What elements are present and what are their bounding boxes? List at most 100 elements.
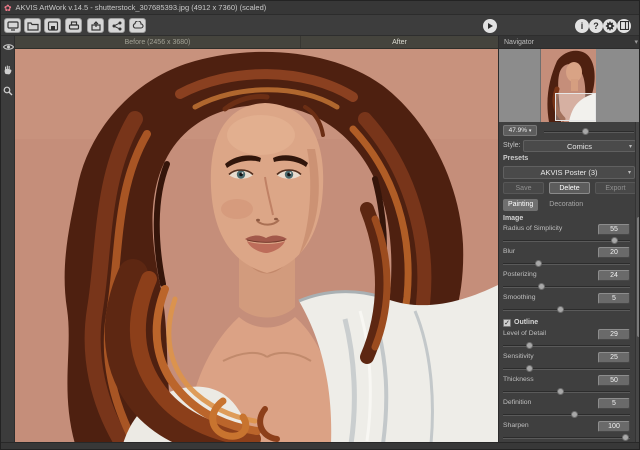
tab-painting[interactable]: Painting xyxy=(503,199,538,211)
slider-label-blur: Blur xyxy=(503,248,515,255)
slider-row-sensitivity: Sensitivity 25 xyxy=(499,352,636,375)
slider-handle-blur[interactable] xyxy=(535,260,542,267)
print-icon[interactable] xyxy=(65,18,82,33)
portrait-illustration xyxy=(15,49,498,444)
image-sliders: Radius of Simplicity 55 Blur 20 Posterizing 2… xyxy=(499,224,636,316)
publish-icon[interactable] xyxy=(108,18,125,33)
style-row: Style: Comics▾ xyxy=(499,139,640,154)
slider-handle-thickness[interactable] xyxy=(557,388,564,395)
slider-track-level-of-detail[interactable] xyxy=(503,345,630,347)
slider-value-posterizing[interactable]: 24 xyxy=(598,270,630,281)
slider-row-radius-of-simplicity: Radius of Simplicity 55 xyxy=(499,224,636,247)
slider-handle-sharpen[interactable] xyxy=(622,434,629,441)
slider-value-radius-of-simplicity[interactable]: 55 xyxy=(598,224,630,235)
slider-value-sensitivity[interactable]: 25 xyxy=(598,352,630,363)
export-icon[interactable] xyxy=(129,18,146,33)
slider-track-blur[interactable] xyxy=(503,263,630,265)
slider-row-blur: Blur 20 xyxy=(499,247,636,270)
slider-row-posterizing: Posterizing 24 xyxy=(499,270,636,293)
title-bar: ✿ AKVIS ArtWork v.14.5 - shutterstock_30… xyxy=(1,1,640,15)
slider-row-thickness: Thickness 50 xyxy=(499,375,636,398)
share-icon[interactable] xyxy=(87,18,104,33)
window-title: AKVIS ArtWork v.14.5 - shutterstock_3076… xyxy=(16,3,267,12)
info-icon[interactable]: i xyxy=(575,19,589,33)
slider-track-posterizing[interactable] xyxy=(503,286,630,288)
chevron-down-icon: ▾ xyxy=(629,141,632,153)
slider-handle-posterizing[interactable] xyxy=(538,283,545,290)
hand-tool[interactable] xyxy=(2,62,14,76)
slider-row-smoothing: Smoothing 5 xyxy=(499,293,636,316)
app-window: ✿ AKVIS ArtWork v.14.5 - shutterstock_30… xyxy=(0,0,640,450)
navigator-preview[interactable] xyxy=(499,49,640,122)
slider-value-thickness[interactable]: 50 xyxy=(598,375,630,386)
slider-value-blur[interactable]: 20 xyxy=(598,247,630,258)
slider-handle-sensitivity[interactable] xyxy=(526,365,533,372)
slider-value-smoothing[interactable]: 5 xyxy=(598,293,630,304)
panels-icon[interactable] xyxy=(617,19,631,33)
save-image-icon[interactable] xyxy=(44,18,61,33)
slider-label-radius-of-simplicity: Radius of Simplicity xyxy=(503,225,562,232)
slider-row-definition: Definition 5 xyxy=(499,398,636,421)
slider-track-sensitivity[interactable] xyxy=(503,368,630,370)
chevron-down-icon: ▾ xyxy=(628,167,631,179)
slider-handle-smoothing[interactable] xyxy=(557,306,564,313)
play-icon[interactable] xyxy=(483,19,497,33)
preset-dropdown[interactable]: AKVIS Poster (3)▾ xyxy=(503,166,635,179)
nav-menu-icon[interactable]: ▾ xyxy=(634,36,638,49)
preview-eye-tool[interactable] xyxy=(2,40,14,54)
panel-scrollbar[interactable] xyxy=(635,122,640,444)
slider-value-sharpen[interactable]: 100 xyxy=(598,421,630,432)
outline-section-label: Outline xyxy=(514,319,538,326)
zoom-controls: 47.9% ▾ xyxy=(499,122,640,139)
tab-decoration[interactable]: Decoration xyxy=(544,199,588,211)
export-preset-button[interactable]: Export xyxy=(595,182,636,194)
zoom-slider-track[interactable] xyxy=(544,131,634,133)
outline-checkbox[interactable]: ✓ xyxy=(503,319,511,327)
help-icon[interactable]: ? xyxy=(589,19,603,33)
preset-buttons: Save Delete Export xyxy=(499,182,640,197)
tab-before[interactable]: Before (2456 x 3680) xyxy=(15,36,301,48)
image-section-label: Image xyxy=(499,213,636,224)
slider-label-definition: Definition xyxy=(503,399,531,406)
view-tab-bar: Before (2456 x 3680) After xyxy=(15,36,498,49)
zoom-slider-handle[interactable] xyxy=(582,128,589,135)
slider-row-sharpen: Sharpen100 xyxy=(499,421,636,444)
slider-track-smoothing[interactable] xyxy=(503,309,630,311)
slider-label-sensitivity: Sensitivity xyxy=(503,353,534,360)
settings-icon[interactable] xyxy=(603,19,617,33)
slider-value-level-of-detail[interactable]: 29 xyxy=(598,329,630,340)
tool-strip xyxy=(1,36,15,444)
navigator-title: Navigator xyxy=(504,39,534,46)
zoom-tool[interactable] xyxy=(2,84,14,98)
slider-row-level-of-detail: Level of Detail 29 xyxy=(499,329,636,352)
zoom-value-dropdown[interactable]: 47.9% ▾ xyxy=(503,125,537,136)
status-bar xyxy=(1,442,640,449)
image-canvas[interactable] xyxy=(15,49,498,444)
slider-label-level-of-detail: Level of Detail xyxy=(503,330,546,337)
slider-label-posterizing: Posterizing xyxy=(503,271,537,278)
parameters-area: Image Radius of Simplicity55Blur20Poster… xyxy=(499,213,636,444)
slider-label-thickness: Thickness xyxy=(503,376,534,383)
style-dropdown[interactable]: Comics▾ xyxy=(523,140,636,152)
outline-header: ✓ Outline xyxy=(499,316,636,329)
navigator-view-frame[interactable] xyxy=(555,93,596,121)
main-toolbar: i ? xyxy=(1,15,640,36)
presets-label: Presets xyxy=(503,155,528,162)
panel-tabs: Painting Decoration xyxy=(503,199,588,211)
slider-handle-level-of-detail[interactable] xyxy=(526,342,533,349)
slider-handle-radius-of-simplicity[interactable] xyxy=(611,237,618,244)
slider-track-definition[interactable] xyxy=(503,414,630,416)
slider-handle-definition[interactable] xyxy=(571,411,578,418)
slider-track-thickness[interactable] xyxy=(503,391,630,393)
navigator-header: Navigator ▾ xyxy=(499,36,640,49)
slider-label-smoothing: Smoothing xyxy=(503,294,536,301)
delete-preset-button[interactable]: Delete xyxy=(549,182,590,194)
save-preset-button[interactable]: Save xyxy=(503,182,544,194)
open-image-icon[interactable] xyxy=(24,18,41,33)
tab-after[interactable]: After xyxy=(301,36,498,48)
slider-track-radius-of-simplicity[interactable] xyxy=(503,240,630,242)
slider-value-definition[interactable]: 5 xyxy=(598,398,630,409)
workspace-icon[interactable] xyxy=(4,18,21,33)
settings-panel: Navigator ▾ 47.9% ▾ Sty xyxy=(498,36,640,444)
slider-track-sharpen[interactable] xyxy=(503,437,630,439)
